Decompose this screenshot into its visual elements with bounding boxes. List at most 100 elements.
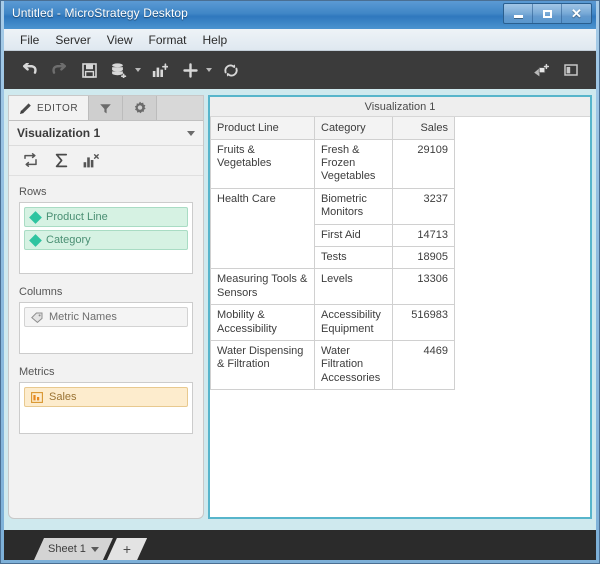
main-toolbar — [4, 51, 596, 89]
shelf-item-metric-names[interactable]: Metric Names — [24, 307, 188, 327]
cell-product-line: Measuring Tools & Sensors — [210, 268, 315, 306]
chevron-down-icon[interactable] — [91, 547, 99, 552]
undo-arrow-icon — [21, 62, 38, 78]
panel-icon — [564, 63, 578, 77]
attribute-diamond-icon — [29, 210, 42, 224]
menu-item-file[interactable]: File — [12, 31, 47, 49]
redo-arrow-icon — [51, 62, 68, 78]
sheet-tab-bar: Sheet 1 + — [4, 530, 596, 560]
insert-group[interactable] — [175, 56, 216, 84]
shelf-rows-title: Rows — [19, 186, 47, 198]
editor-tab-strip: EDITOR — [9, 96, 203, 121]
table-row[interactable]: Fruits & Vegetables Fresh & Frozen Veget… — [210, 138, 455, 189]
insert-button[interactable] — [175, 56, 205, 84]
application-window: Untitled - MicroStrategy Desktop ✕ File … — [0, 0, 600, 564]
menu-item-view[interactable]: View — [99, 31, 141, 49]
shelf-item-sales[interactable]: Sales — [24, 387, 188, 407]
shelf-item-label: Sales — [49, 391, 77, 403]
chart-remove-icon — [83, 153, 99, 168]
table-row[interactable]: Measuring Tools & Sensors Levels 13306 — [210, 268, 455, 306]
filter-funnel-icon — [99, 102, 112, 115]
shelf-rows: Rows Product Line Category — [19, 186, 193, 274]
close-button[interactable]: ✕ — [562, 4, 591, 23]
save-disk-icon — [81, 62, 97, 78]
column-header-category[interactable]: Category — [314, 117, 393, 140]
add-sheet-label: + — [122, 541, 132, 557]
shelf-item-category[interactable]: Category — [24, 230, 188, 250]
menu-item-server[interactable]: Server — [47, 31, 98, 49]
remove-chart-button[interactable] — [81, 151, 101, 171]
close-icon: ✕ — [571, 6, 582, 21]
shelf-item-label: Product Line — [46, 211, 108, 223]
add-data-caret-icon[interactable] — [135, 68, 141, 72]
cell-category: First Aid — [314, 223, 393, 247]
shelf-metrics-dropzone[interactable]: Sales — [19, 382, 193, 434]
plus-icon — [182, 62, 198, 78]
sheet-tab-sheet-1[interactable]: Sheet 1 — [34, 538, 113, 560]
minimize-button[interactable] — [504, 4, 533, 23]
menu-item-help[interactable]: Help — [195, 31, 236, 49]
redo-button[interactable] — [44, 56, 74, 84]
maximize-icon — [542, 9, 552, 18]
cell-product-line: Health Care — [210, 187, 315, 270]
cell-sales: 516983 — [392, 304, 455, 341]
maximize-button[interactable] — [533, 4, 562, 23]
window-title: Untitled - MicroStrategy Desktop — [12, 6, 188, 20]
swap-rows-columns-button[interactable] — [21, 151, 41, 171]
metric-names-tag-icon — [31, 312, 43, 323]
cell-category: Accessibility Equipment — [314, 304, 393, 341]
window-controls: ✕ — [503, 3, 592, 24]
cell-category: Fresh & Frozen Vegetables — [314, 138, 393, 189]
add-data-group[interactable] — [104, 56, 145, 84]
table-row[interactable]: Health Care Biometric Monitors 3237 — [210, 187, 455, 270]
menu-bar: File Server View Format Help — [4, 29, 596, 51]
totals-button[interactable] — [51, 151, 71, 171]
add-visualization-button[interactable] — [145, 56, 175, 84]
add-sheet-button[interactable]: + — [107, 538, 147, 560]
table-row[interactable]: Mobility & Accessibility Accessibility E… — [210, 304, 455, 341]
shelf-columns-dropzone[interactable]: Metric Names — [19, 302, 193, 354]
refresh-icon — [223, 63, 239, 78]
cell-sales: 3237 — [392, 187, 455, 225]
cell-sales: 13306 — [392, 268, 455, 306]
sigma-icon — [54, 153, 69, 168]
add-dataset-icon — [111, 62, 128, 78]
shelf-metrics: Metrics Sales — [19, 366, 193, 434]
save-button[interactable] — [74, 56, 104, 84]
table-row[interactable]: Water Dispensing & Filtration Water Filt… — [210, 339, 455, 391]
editor-mini-toolbar — [9, 146, 203, 176]
cell-sales: 4469 — [392, 339, 455, 391]
column-header-sales[interactable]: Sales — [392, 117, 455, 140]
panel-toggle-button[interactable] — [556, 56, 586, 84]
swap-arrows-icon — [23, 153, 39, 168]
cell-category: Biometric Monitors — [314, 187, 393, 225]
insert-caret-icon[interactable] — [206, 68, 212, 72]
visualization-selector[interactable]: Visualization 1 — [9, 121, 203, 146]
cell-product-line: Fruits & Vegetables — [210, 138, 315, 189]
visualization-panel[interactable]: Visualization 1 Product Line Category Sa… — [208, 95, 592, 519]
shelf-item-label: Category — [46, 234, 91, 246]
cell-product-line: Mobility & Accessibility — [210, 304, 315, 341]
tab-filters[interactable] — [89, 96, 124, 120]
shelf-item-product-line[interactable]: Product Line — [24, 207, 188, 227]
visualization-title: Visualization 1 — [364, 100, 436, 113]
editor-panel: EDITOR Visualization 1 Rows Product Line… — [8, 95, 204, 519]
share-button[interactable] — [526, 56, 556, 84]
metric-bars-icon — [31, 391, 43, 403]
shelf-rows-dropzone[interactable]: Product Line Category — [19, 202, 193, 274]
tab-settings[interactable] — [123, 96, 158, 120]
attribute-diamond-icon — [29, 233, 42, 247]
add-chart-icon — [152, 62, 168, 78]
gear-icon — [133, 101, 147, 115]
undo-button[interactable] — [14, 56, 44, 84]
menu-item-format[interactable]: Format — [140, 31, 194, 49]
title-bar: Untitled - MicroStrategy Desktop ✕ — [4, 1, 596, 29]
refresh-button[interactable] — [216, 56, 246, 84]
tab-editor[interactable]: EDITOR — [9, 96, 90, 120]
chevron-down-icon[interactable] — [187, 130, 195, 136]
shelf-columns: Columns Metric Names — [19, 286, 193, 354]
data-grid: Product Line Category Sales Fruits & Veg… — [210, 117, 455, 391]
column-header-product-line[interactable]: Product Line — [210, 117, 315, 140]
add-data-button[interactable] — [104, 56, 134, 84]
minimize-icon — [513, 15, 523, 18]
